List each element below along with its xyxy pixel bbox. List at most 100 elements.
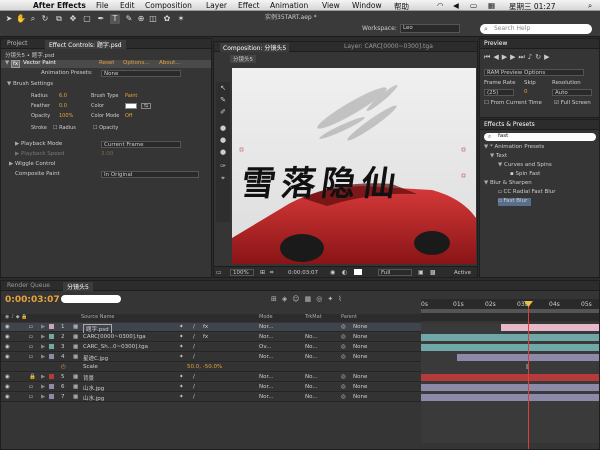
menu-animation[interactable]: Animation: [270, 1, 308, 10]
lock-icon[interactable]: ▫: [29, 354, 33, 360]
layer-parent-dropdown[interactable]: None: [353, 384, 367, 390]
shy-icon[interactable]: ☺: [292, 295, 304, 303]
col-source-name[interactable]: Source Name: [81, 314, 115, 320]
expand-icon[interactable]: ▶: [41, 394, 45, 400]
visibility-icon[interactable]: ◉: [5, 344, 10, 350]
layer-mode-dropdown[interactable]: Nor...: [259, 394, 273, 400]
brainstorm-icon[interactable]: ✦: [327, 295, 338, 303]
expand-icon[interactable]: ▶: [41, 354, 45, 360]
color-mode-value[interactable]: Off: [125, 113, 132, 121]
label-color[interactable]: [49, 374, 54, 379]
comp-mini-flowchart-icon[interactable]: ⊞: [271, 295, 282, 303]
workspace-dropdown[interactable]: Leo: [400, 24, 460, 33]
anim-presets-dropdown[interactable]: None: [101, 70, 181, 77]
parent-pickwhip-icon[interactable]: ◎: [341, 354, 346, 360]
visibility-icon[interactable]: ◉: [5, 334, 10, 340]
pointer-icon[interactable]: ↖: [216, 84, 230, 92]
show-snapshot-icon[interactable]: ◐: [342, 269, 347, 276]
frame-rate-dropdown[interactable]: (25): [484, 89, 514, 96]
switch-fx-icon[interactable]: fx: [203, 334, 208, 340]
pen-tool-icon[interactable]: ✒: [96, 14, 106, 24]
layer-trkmat-dropdown[interactable]: No...: [305, 384, 318, 390]
expand-icon[interactable]: ▶: [41, 384, 45, 390]
layer-parent-dropdown[interactable]: None: [353, 354, 367, 360]
layer-parent-dropdown[interactable]: None: [353, 374, 367, 380]
zoom-dropdown[interactable]: 100%: [230, 269, 254, 276]
layer-mode-dropdown[interactable]: Nor...: [259, 374, 273, 380]
resolution-dropdown[interactable]: Full: [378, 269, 412, 276]
expand-icon[interactable]: ▶: [41, 324, 45, 330]
switch-shy-icon[interactable]: ✦: [179, 354, 184, 360]
switch-quality-icon[interactable]: /: [193, 344, 195, 350]
selection-tool-icon[interactable]: ➤: [4, 14, 14, 24]
selector-icon[interactable]: ⌖: [216, 174, 230, 183]
tree-text[interactable]: ▼ Text: [490, 153, 507, 161]
tab-layer[interactable]: Layer: CARC[0000~0300].tga: [344, 43, 433, 50]
from-current-checkbox[interactable]: ☐ From Current Time: [484, 100, 542, 106]
view-dropdown[interactable]: Active: [454, 270, 471, 276]
camera-tool-icon[interactable]: ⧉: [54, 14, 64, 24]
parent-pickwhip-icon[interactable]: ◎: [341, 344, 346, 350]
reset-link[interactable]: Reset: [99, 60, 114, 66]
layer-parent-dropdown[interactable]: None: [353, 334, 367, 340]
property-value[interactable]: 50.0, -50.0%: [187, 364, 222, 370]
composite-paint-dropdown[interactable]: In Original: [101, 171, 199, 178]
switch-shy-icon[interactable]: ✦: [179, 334, 184, 340]
timeline-timecode[interactable]: 0:00:03:07: [5, 295, 60, 305]
layer-mode-dropdown[interactable]: Ov...: [259, 344, 271, 350]
tab-render-queue[interactable]: Render Queue: [7, 282, 50, 289]
layer-trkmat-dropdown[interactable]: No...: [305, 374, 318, 380]
layer-bar-1[interactable]: [501, 324, 599, 331]
paint-brush-icon[interactable]: ✎: [216, 96, 230, 104]
parent-pickwhip-icon[interactable]: ◎: [341, 394, 346, 400]
lock-icon[interactable]: ▫: [29, 384, 33, 390]
switch-quality-icon[interactable]: /: [193, 324, 195, 330]
effect-header-row[interactable]: ▼ fx Vector Paint Reset Options... About…: [1, 60, 211, 68]
first-frame-icon[interactable]: ⏮: [484, 53, 493, 61]
tab-composition[interactable]: Composition: 分镜头5: [220, 43, 290, 52]
opacity-value[interactable]: 100%: [59, 113, 73, 121]
switch-shy-icon[interactable]: ✦: [179, 324, 184, 330]
tree-spin-fast[interactable]: ▪ Spin Fast: [510, 171, 540, 179]
menu-app[interactable]: After Effects: [33, 1, 86, 10]
menu-view[interactable]: View: [322, 1, 340, 10]
eraser-icon[interactable]: ✐: [216, 108, 230, 116]
tree-fast-blur[interactable]: ▫ Fast Blur: [498, 198, 532, 206]
wiggle-control-group[interactable]: ▶ Wiggle Control: [9, 161, 55, 169]
comp-sub-tab[interactable]: 分镜头5: [230, 55, 256, 63]
layer-parent-dropdown[interactable]: None: [353, 394, 367, 400]
loop-icon[interactable]: ↻: [535, 53, 544, 61]
skip-value[interactable]: 0: [524, 89, 528, 95]
last-frame-icon[interactable]: ⏭: [518, 53, 527, 61]
motion-blur-icon[interactable]: ◎: [316, 295, 327, 303]
parent-pickwhip-icon[interactable]: ◎: [341, 324, 346, 330]
color-swatch[interactable]: [125, 103, 137, 109]
layer-row-7[interactable]: ◉ ▫ ▶ 7 ▦ 山水.jpg ✦ / Nor... No... ◎ None: [1, 393, 421, 402]
text-tool-icon[interactable]: T: [110, 14, 120, 24]
channel-swatch[interactable]: [354, 269, 362, 275]
snapshot-icon[interactable]: ◉: [330, 269, 335, 276]
layer-name[interactable]: 山水.jpg: [83, 384, 104, 392]
switch-shy-icon[interactable]: ✦: [179, 374, 184, 380]
region-interest-icon[interactable]: ▣: [418, 269, 424, 276]
eraser-tool-icon[interactable]: ◫: [148, 14, 158, 24]
layer-name[interactable]: CARC_Sh...0~0300].tga: [83, 344, 148, 350]
track-area[interactable]: I: [421, 323, 599, 443]
tab-preview[interactable]: Preview: [484, 40, 507, 47]
layer-name[interactable]: 山水.jpg: [83, 394, 104, 402]
label-color[interactable]: [49, 394, 54, 399]
full-screen-checkbox[interactable]: ☑ Full Screen: [554, 100, 591, 106]
stamp-icon[interactable]: ✑: [216, 162, 230, 170]
tab-project[interactable]: Project: [7, 40, 28, 47]
layer-trkmat-dropdown[interactable]: No...: [305, 334, 318, 340]
switch-shy-icon[interactable]: ✦: [179, 384, 184, 390]
work-area-bar[interactable]: [421, 309, 599, 313]
parent-pickwhip-icon[interactable]: ◎: [341, 384, 346, 390]
lock-icon[interactable]: ▫: [29, 394, 33, 400]
col-mode[interactable]: Mode: [259, 314, 273, 320]
layer-parent-dropdown[interactable]: None: [353, 344, 367, 350]
switch-quality-icon[interactable]: /: [193, 354, 195, 360]
dot-medium-icon[interactable]: ●: [216, 136, 230, 144]
layer-row-5[interactable]: ◉ 🔒 ▶ 5 ▦ 背景 ✦ / Nor... No... ◎ None: [1, 373, 421, 382]
visibility-icon[interactable]: ◉: [5, 384, 10, 390]
